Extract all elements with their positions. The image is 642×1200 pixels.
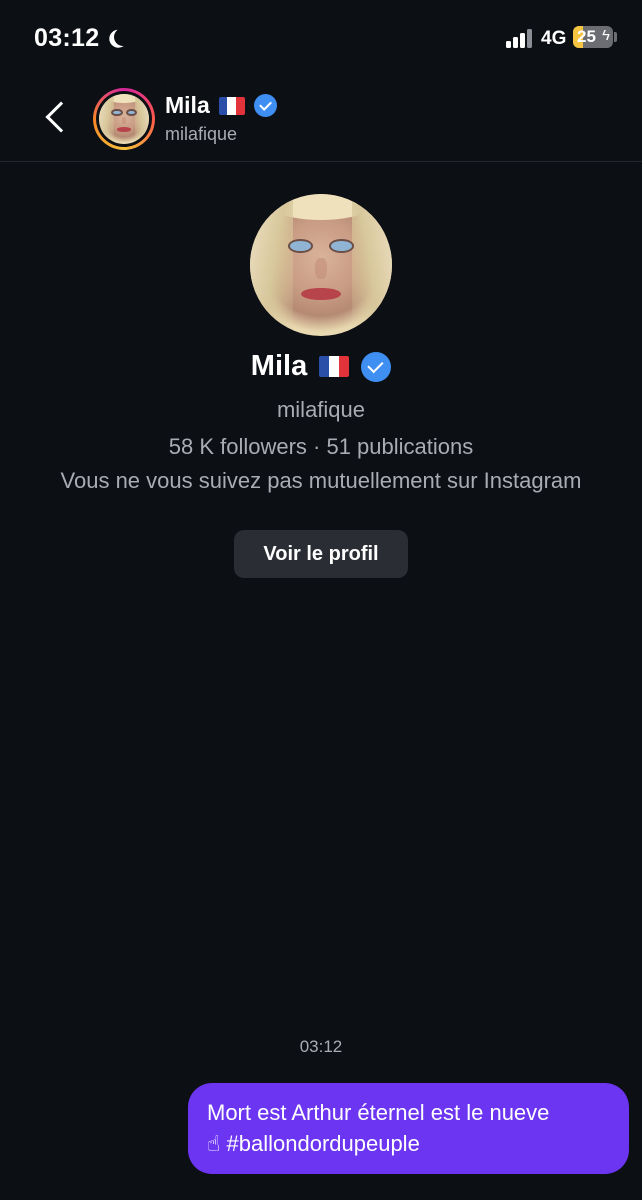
header-name: Mila — [165, 92, 210, 118]
verified-badge-icon — [361, 351, 392, 382]
message-timestamp: 03:12 — [299, 1037, 343, 1056]
profile-name: Mila — [250, 350, 308, 382]
profile-avatar[interactable] — [250, 194, 392, 336]
dm-screen: 03:12 4G 25 ϟ Mila milafique Mila milafi… — [0, 0, 642, 1200]
back-button[interactable] — [36, 96, 77, 142]
header-name-row[interactable]: Mila — [165, 92, 277, 119]
view-profile-button[interactable]: Voir le profil — [234, 530, 408, 578]
header-avatar — [99, 94, 149, 144]
pointing-up-icon: ☝ — [207, 1131, 221, 1156]
mutual-follow-note: Vous ne vous suivez pas mutuellement sur… — [60, 468, 582, 493]
status-time: 03:12 — [34, 24, 100, 52]
message-text-line-2: ☝ #ballondordupeuple — [207, 1128, 611, 1159]
france-flag-icon — [319, 356, 350, 377]
header-username: milafique — [165, 124, 238, 144]
chat-header: Mila milafique — [0, 78, 642, 162]
battery-level: 25 — [577, 27, 596, 46]
verified-badge-icon — [253, 94, 277, 117]
message-text-line-1: Mort est Arthur éternel est le nueve — [207, 1100, 550, 1125]
profile-username: milafique — [276, 397, 366, 422]
avatar-photo — [99, 94, 149, 144]
bolt-icon: ϟ — [602, 27, 610, 44]
profile-stats: 58 K followers · 51 publications — [168, 434, 474, 459]
network-label: 4G — [541, 28, 567, 49]
avatar-photo — [250, 194, 392, 336]
signal-icon — [506, 28, 536, 48]
header-avatar-story-ring[interactable] — [93, 88, 155, 150]
message-bubble[interactable]: Mort est Arthur éternel est le nueve ☝ #… — [188, 1083, 629, 1174]
battery-tip — [614, 32, 617, 42]
profile-name-row: Mila — [0, 350, 642, 383]
status-bar: 03:12 4G 25 ϟ — [0, 0, 642, 78]
chevron-left-icon — [45, 101, 77, 133]
battery-icon: 25 ϟ — [573, 26, 613, 48]
france-flag-icon — [218, 96, 245, 115]
message-hashtag: #ballondordupeuple — [220, 1131, 420, 1156]
moon-icon — [111, 25, 134, 48]
